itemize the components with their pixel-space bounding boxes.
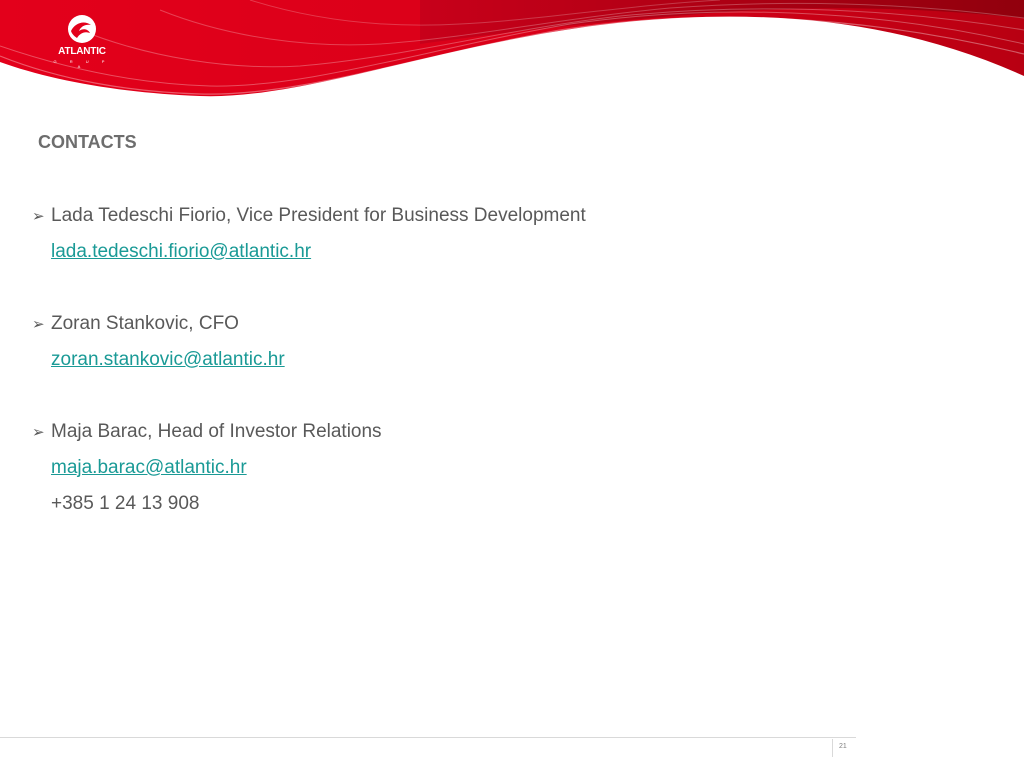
contact-list: ➢ Lada Tedeschi Fiorio, Vice President fo… xyxy=(32,204,832,564)
footer-separator xyxy=(832,739,833,757)
arrow-bullet-icon: ➢ xyxy=(32,424,45,441)
contact-name-role: Zoran Stankovic, CFO xyxy=(51,313,239,334)
contact-item: ➢ Maja Barac, Head of Investor Relations … xyxy=(32,420,832,528)
contact-email-line: maja.barac@atlantic.hr xyxy=(32,456,832,492)
contact-email-link[interactable]: zoran.stankovic@atlantic.hr xyxy=(51,349,285,370)
atlantic-wave-icon xyxy=(68,15,96,43)
contact-name-role: Lada Tedeschi Fiorio, Vice President for… xyxy=(51,205,586,226)
header-banner xyxy=(0,0,1024,97)
contact-name-line: ➢ Zoran Stankovic, CFO xyxy=(32,312,832,348)
contact-email-line: lada.tedeschi.fiorio@atlantic.hr xyxy=(32,240,832,276)
arrow-bullet-icon: ➢ xyxy=(32,316,45,333)
slide: ATLANTIC G R U P A CONTACTS ➢ Lada Tedesc… xyxy=(0,0,1024,768)
contact-item: ➢ Lada Tedeschi Fiorio, Vice President fo… xyxy=(32,204,832,276)
contact-name-line: ➢ Lada Tedeschi Fiorio, Vice President fo… xyxy=(32,204,832,240)
contact-name-line: ➢ Maja Barac, Head of Investor Relations xyxy=(32,420,832,456)
page-title: CONTACTS xyxy=(38,132,137,152)
contact-item: ➢ Zoran Stankovic, CFO zoran.stankovic@at… xyxy=(32,312,832,384)
contact-email-link[interactable]: lada.tedeschi.fiorio@atlantic.hr xyxy=(51,241,311,262)
contact-email-line: zoran.stankovic@atlantic.hr xyxy=(32,348,832,384)
contact-phone: +385 1 24 13 908 xyxy=(51,493,200,514)
logo-subtext: G R U P A xyxy=(53,59,111,69)
contact-email-link[interactable]: maja.barac@atlantic.hr xyxy=(51,457,247,478)
contact-name-role: Maja Barac, Head of Investor Relations xyxy=(51,421,382,442)
page-number: 21 xyxy=(839,743,847,750)
arrow-bullet-icon: ➢ xyxy=(32,208,45,225)
logo-text: ATLANTIC xyxy=(58,46,106,57)
footer-divider-line xyxy=(0,737,856,738)
atlantic-logo[interactable]: ATLANTIC G R U P A xyxy=(48,14,118,69)
